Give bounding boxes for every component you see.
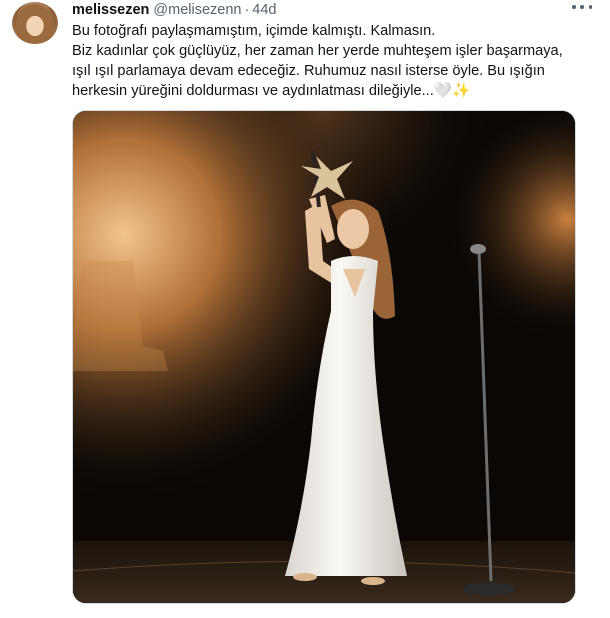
avatar-image bbox=[16, 4, 54, 44]
timestamp[interactable]: 44d bbox=[252, 2, 276, 18]
tweet-text: Bu fotoğrafı paylaşmamıştım, içimde kalm… bbox=[72, 21, 587, 101]
sparkles-emoji: ✨ bbox=[451, 83, 471, 99]
more-dot bbox=[572, 5, 576, 9]
user-handle[interactable]: @melisezenn bbox=[153, 2, 241, 18]
display-name[interactable]: melissezen bbox=[72, 2, 149, 18]
tweet-text-line: ışıl ışıl parlamaya devam edeceğiz. Ruhu… bbox=[72, 63, 545, 79]
tweet-text-line: Biz kadınlar çok güçlüyüz, her zaman her… bbox=[72, 43, 563, 59]
more-horizontal-icon[interactable] bbox=[572, 0, 592, 14]
photo-image bbox=[73, 111, 575, 603]
tweet-text-line-last: herkesin yüreğini doldurması ve aydınlat… bbox=[72, 83, 434, 99]
tweet-text-line: Bu fotoğrafı paylaşmamıştım, içimde kalm… bbox=[72, 23, 436, 39]
tweet-photo[interactable] bbox=[72, 110, 576, 604]
more-dot bbox=[588, 5, 592, 9]
separator-dot: · bbox=[244, 2, 250, 18]
tweet-header: melissezen @melisezenn · 44d bbox=[72, 0, 277, 20]
tweet-text-line: herkesin yüreğini doldurması ve aydınlat… bbox=[72, 81, 587, 101]
more-dot bbox=[580, 5, 584, 9]
avatar[interactable] bbox=[12, 2, 58, 44]
tweet[interactable]: melissezen @melisezenn · 44d Bu fotoğraf… bbox=[0, 0, 610, 618]
white-heart-emoji: 🤍 bbox=[433, 83, 452, 99]
